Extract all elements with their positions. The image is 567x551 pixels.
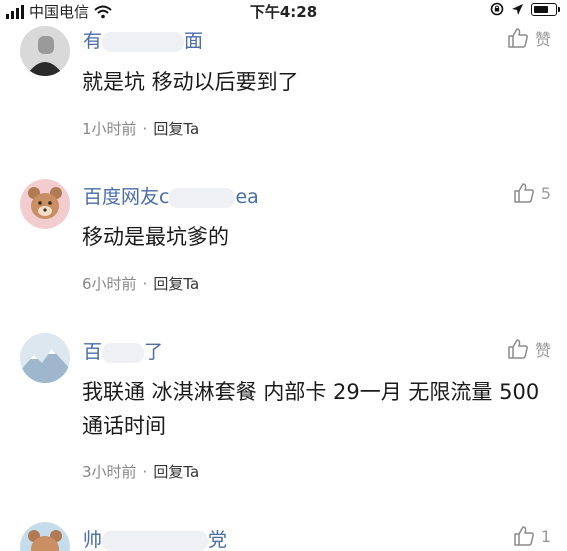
user-name-start: 有 <box>83 30 103 52</box>
user-name-end: ea <box>235 186 259 208</box>
rotation-lock-icon <box>490 2 504 16</box>
thumbs-up-icon <box>514 183 534 203</box>
name-redaction <box>102 342 145 363</box>
user-name[interactable]: 有面 <box>83 26 203 53</box>
like-button[interactable]: 1 <box>513 525 551 547</box>
comment-text: 我联通 冰淇淋套餐 内部卡 29一月 无限流量 500通话时间 <box>82 380 540 438</box>
like-count: 1 <box>540 526 551 546</box>
user-name[interactable]: 帅党 <box>83 525 227 551</box>
location-arrow-icon <box>512 3 523 15</box>
thumbs-up-icon <box>508 28 528 48</box>
comment-item: 百度网友c ea 5 移动是最坑爹的 6小时前 · 回复Ta <box>0 170 567 310</box>
comment-item: 有面 赞 就是坑 移动以后要到了 1小时前 · 回复Ta <box>0 22 567 152</box>
reply-link[interactable]: 回复Ta <box>153 120 199 138</box>
thumbs-up-icon <box>508 339 528 359</box>
battery-icon <box>531 2 560 16</box>
status-right <box>490 2 560 16</box>
user-name-start: 帅 <box>83 529 103 551</box>
name-redaction <box>102 530 209 551</box>
comment-item: 百了 赞 我联通 冰淇淋套餐 内部卡 29一月 无限流量 500通话时间 3小时… <box>0 325 567 495</box>
reply-link[interactable]: 回复Ta <box>153 275 199 293</box>
name-redaction <box>169 187 236 208</box>
meta-dot: · <box>142 275 148 293</box>
like-button[interactable]: 赞 <box>507 337 551 361</box>
like-label: 赞 <box>534 341 551 360</box>
comment-item: 帅党 1 <box>0 515 567 551</box>
comment-text: 就是坑 移动以后要到了 <box>82 70 299 94</box>
time-ago: 3小时前 <box>82 463 137 481</box>
status-time: 下午4:28 <box>249 3 318 21</box>
user-name-end: 面 <box>184 30 204 52</box>
meta-dot: · <box>142 463 148 481</box>
comment-meta: 3小时前 · 回复Ta <box>82 461 199 482</box>
comment-meta: 1小时前 · 回复Ta <box>82 118 199 139</box>
meta-dot: · <box>142 120 148 138</box>
avatar[interactable] <box>20 179 70 229</box>
user-name-start: 百度网友c <box>83 186 170 208</box>
user-name[interactable]: 百了 <box>83 337 163 364</box>
like-label: 赞 <box>534 30 551 49</box>
user-name-start: 百 <box>83 341 103 363</box>
like-button[interactable]: 5 <box>513 182 551 204</box>
avatar[interactable] <box>20 522 70 551</box>
like-button[interactable]: 赞 <box>507 26 551 50</box>
thumbs-up-icon <box>514 526 534 546</box>
name-redaction <box>102 31 185 52</box>
reply-link[interactable]: 回复Ta <box>153 463 199 481</box>
status-bar: 中国电信 下午4:28 <box>0 0 567 22</box>
like-count: 5 <box>540 183 551 203</box>
time-ago: 6小时前 <box>82 275 137 293</box>
comment-meta: 6小时前 · 回复Ta <box>82 273 199 294</box>
avatar[interactable] <box>20 333 70 383</box>
avatar[interactable] <box>20 26 70 76</box>
time-ago: 1小时前 <box>82 120 137 138</box>
comment-text: 移动是最坑爹的 <box>82 225 229 249</box>
user-name-end: 党 <box>208 529 228 551</box>
battery-level <box>534 5 548 13</box>
user-name[interactable]: 百度网友c ea <box>83 182 259 209</box>
user-name-end: 了 <box>144 341 164 363</box>
